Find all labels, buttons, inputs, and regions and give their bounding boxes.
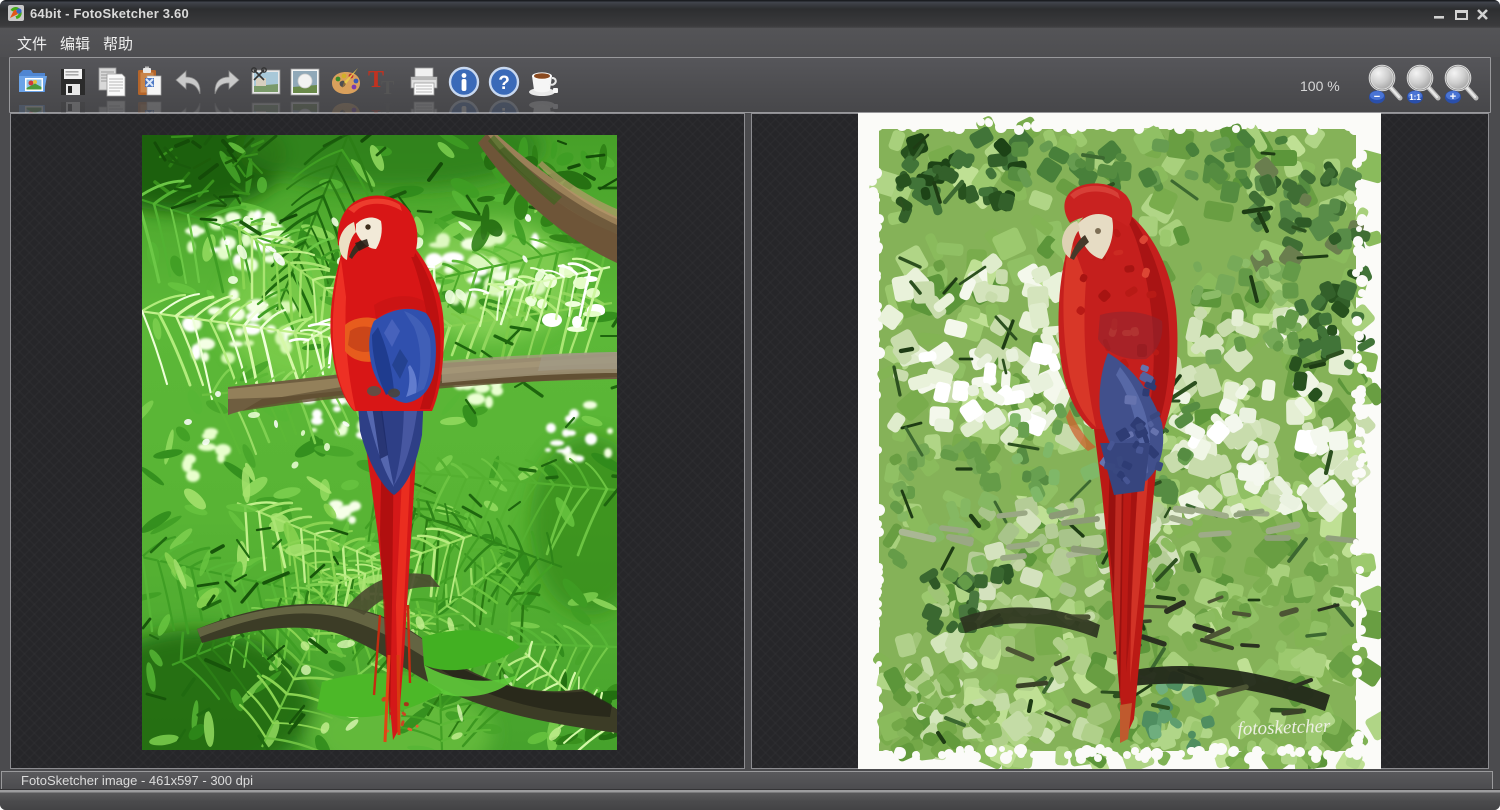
svg-text:fotosketcher: fotosketcher <box>1237 716 1331 740</box>
svg-text:T: T <box>381 77 395 98</box>
svg-text:?: ? <box>498 73 510 94</box>
svg-text:1:1: 1:1 <box>1409 93 1421 102</box>
svg-text:−: − <box>1374 91 1380 103</box>
svg-text:+: + <box>1450 91 1456 103</box>
